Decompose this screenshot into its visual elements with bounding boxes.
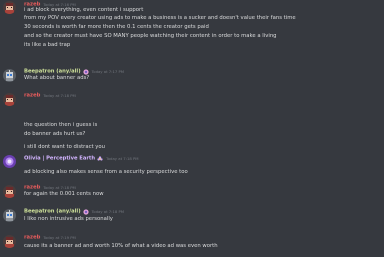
message-text: for again the 0.001 cents now [24, 191, 104, 197]
message-text: the question then i guess is [24, 122, 98, 128]
purple-circle-avatar-icon [3, 155, 16, 168]
message-header: razeb Today at 7:19 PM [24, 233, 76, 241]
message-text: from my POV every creator using ads to m… [24, 15, 296, 21]
author-name[interactable]: razeb [24, 235, 40, 241]
robot-avatar-icon [3, 69, 16, 82]
timestamp: Today at 7:17 PM [91, 68, 125, 74]
message-text: 30 seconds is worth far more then the 0.… [24, 24, 209, 30]
message-text: cause its a banner ad and worth 10% of w… [24, 243, 218, 249]
message-text: its like a bad trap [24, 42, 71, 48]
message-text: What about banner ads? [24, 75, 90, 81]
message-text: i ad block everything, even content i su… [24, 7, 144, 13]
pixel-character-avatar-icon [3, 235, 16, 248]
chat-message-list: razeb Today at 7:16 PM i ad block everyth… [0, 0, 384, 257]
message-header: Olivia | Perceptive Earth Today at 7:18 P… [24, 154, 139, 162]
message-text: and so the creator must have SO MANY peo… [24, 33, 277, 39]
message-text: ad blocking also makes sense from a secu… [24, 169, 188, 175]
pronoun-badge-icon [82, 208, 89, 215]
timestamp: Today at 7:18 PM [106, 155, 139, 161]
message-text: i still dont want to distract you [24, 144, 106, 150]
robot-avatar-icon [3, 209, 16, 222]
flower-badge-icon [97, 155, 103, 162]
user-avatar[interactable] [3, 155, 16, 168]
timestamp: Today at 7:18 PM [43, 184, 76, 190]
message-header: Beepatron (any/all) Today at 7:18 PM [24, 207, 124, 215]
message-text: I like non intrusive ads personally [24, 216, 113, 222]
pixel-character-avatar-icon [3, 93, 16, 106]
message-text: do banner ads hurt us? [24, 131, 86, 137]
user-avatar[interactable] [3, 185, 16, 198]
user-avatar[interactable] [3, 209, 16, 222]
user-avatar[interactable] [3, 69, 16, 82]
timestamp: Today at 7:19 PM [43, 234, 76, 240]
author-name[interactable]: Beepatron (any/all) [24, 209, 81, 215]
author-name[interactable]: razeb [24, 93, 40, 99]
author-name[interactable]: Olivia | Perceptive Earth [24, 156, 95, 162]
timestamp: Today at 7:18 PM [43, 92, 76, 98]
user-avatar[interactable] [3, 235, 16, 248]
timestamp: Today at 7:18 PM [91, 208, 125, 214]
user-avatar[interactable] [3, 93, 16, 106]
user-avatar[interactable] [3, 1, 16, 14]
message-header: razeb Today at 7:18 PM [24, 91, 76, 99]
pixel-character-avatar-icon [3, 185, 16, 198]
pixel-character-avatar-icon [3, 1, 16, 14]
